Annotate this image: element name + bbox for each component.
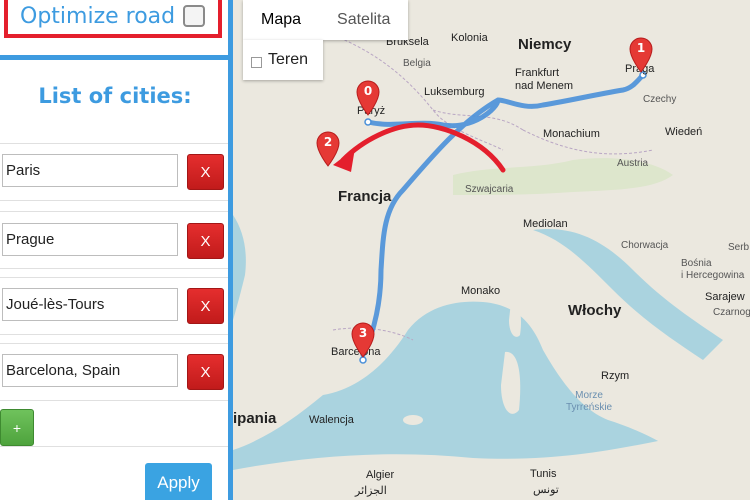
label-belgia: Belgia	[403, 58, 431, 69]
map-type-control: Mapa Satelita	[243, 0, 409, 40]
label-luksemburg: Luksemburg	[424, 86, 485, 98]
remove-city-button[interactable]: X	[187, 354, 224, 390]
label-sarajewo: Sarajew	[705, 291, 745, 303]
label-szwajcaria: Szwajcaria	[465, 184, 514, 195]
city-row: X	[0, 277, 228, 335]
row-divider	[0, 446, 228, 447]
optimize-road-label: Optimize road	[20, 3, 176, 29]
label-wlochy: Włochy	[568, 302, 622, 319]
terrain-checkbox[interactable]	[251, 56, 262, 68]
balearic-land	[403, 415, 423, 425]
map-type-tab-mapa[interactable]: Mapa	[243, 0, 319, 40]
city-input[interactable]	[2, 223, 178, 256]
label-rzym: Rzym	[601, 370, 630, 382]
label-kolonia: Kolonia	[451, 32, 488, 44]
add-city-button[interactable]: +	[0, 409, 34, 446]
apply-button[interactable]: Apply	[145, 463, 212, 500]
terrain-toggle[interactable]: Teren	[243, 40, 323, 80]
label-tunis: Tunis	[530, 468, 557, 480]
label-algier-ar: الجزائر	[355, 485, 387, 497]
label-algier: Algier	[366, 469, 395, 481]
label-monako: Monako	[461, 285, 501, 297]
panel-divider-horizontal	[0, 55, 230, 60]
marker-label: 3	[358, 326, 368, 340]
label-chorwacja: Chorwacja	[621, 240, 669, 251]
remove-city-button[interactable]: X	[187, 288, 224, 324]
label-hiszpania: ipania	[233, 410, 277, 427]
marker-label: 1	[636, 41, 646, 55]
label-niemcy: Niemcy	[518, 36, 572, 53]
list-of-cities-title: List of cities:	[38, 84, 192, 108]
label-czechy: Czechy	[643, 94, 677, 105]
label-francja: Francja	[338, 188, 392, 205]
remove-city-button[interactable]: X	[187, 223, 224, 259]
marker-label: 0	[363, 84, 373, 98]
label-mediolan: Mediolan	[523, 218, 568, 230]
city-input[interactable]	[2, 154, 178, 187]
label-bosnia: Bośnia i Hercegowina	[681, 258, 745, 281]
route-marker[interactable]: 1	[629, 37, 653, 73]
route-marker[interactable]: 0	[356, 80, 380, 116]
marker-label: 2	[323, 135, 333, 149]
label-monachium: Monachium	[543, 128, 600, 140]
label-walencja: Walencja	[309, 414, 354, 426]
route-marker[interactable]: 3	[351, 322, 375, 358]
city-row: X	[0, 343, 228, 401]
city-input[interactable]	[2, 288, 178, 321]
city-panel: Optimize road List of cities: X X X X + …	[0, 0, 230, 500]
optimize-road-highlight: Optimize road	[4, 0, 222, 38]
label-tunis-ar: تونس	[533, 484, 559, 496]
label-wieden: Wiedeń	[665, 126, 703, 138]
paris-dot	[364, 118, 372, 126]
app-root: Optimize road List of cities: X X X X + …	[0, 0, 750, 500]
label-czarnog: Czarnog	[713, 307, 750, 318]
label-frankfurt: Frankfurt nad Menem	[515, 67, 574, 92]
city-row: X	[0, 143, 228, 201]
label-serbia: Serb	[728, 242, 750, 253]
remove-city-button[interactable]: X	[187, 154, 224, 190]
map-type-tab-satelita[interactable]: Satelita	[319, 0, 408, 40]
route-marker[interactable]: 2	[316, 131, 340, 167]
terrain-label: Teren	[268, 51, 309, 68]
label-morze-tyrrenskie: Morze Tyrreńskie	[566, 390, 613, 413]
city-input[interactable]	[2, 354, 178, 387]
label-austria: Austria	[617, 158, 649, 169]
city-row: X	[0, 211, 228, 269]
optimize-road-checkbox[interactable]	[183, 5, 206, 27]
map-view[interactable]: Bruksela Kolonia Belgia Niemcy Praga Luk…	[233, 0, 750, 500]
